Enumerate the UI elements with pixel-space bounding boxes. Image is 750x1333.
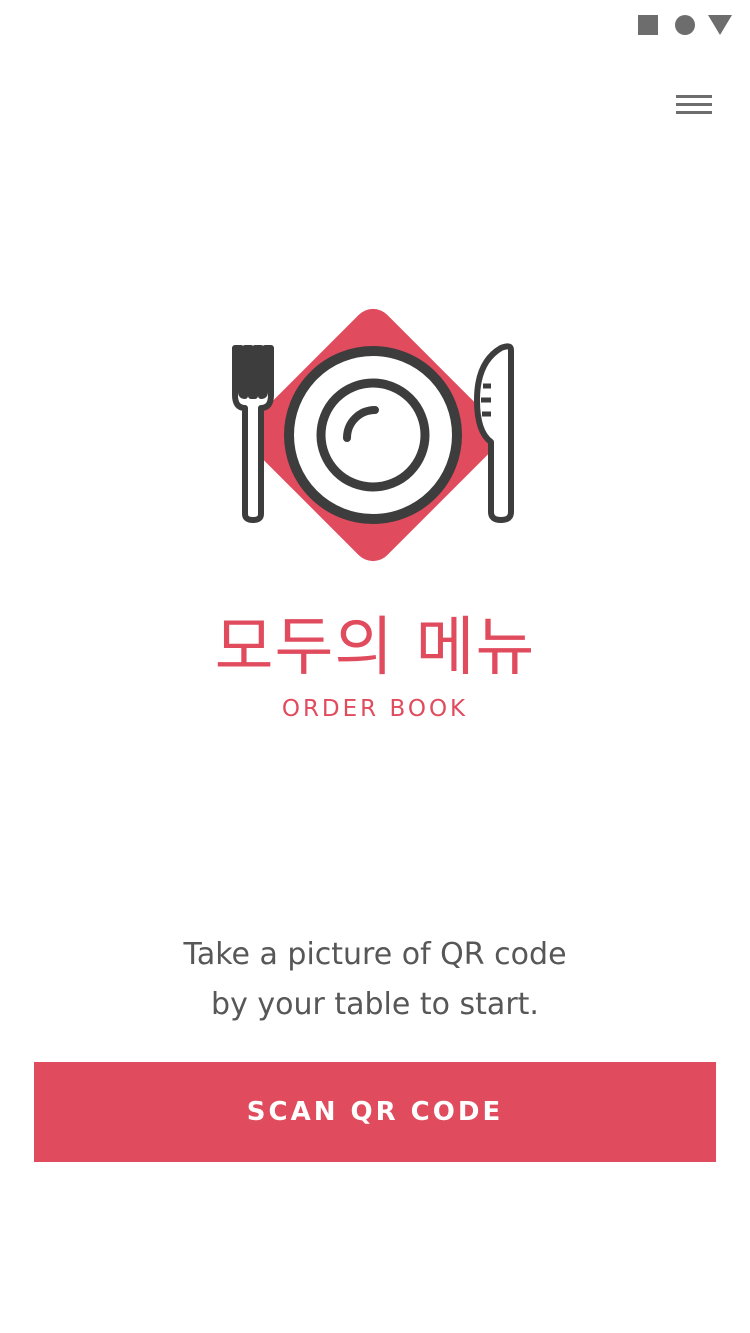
- instruction-line-2: by your table to start.: [211, 987, 539, 1022]
- status-bar: [636, 14, 736, 36]
- brand-title-korean: 모두의 메뉴: [214, 611, 536, 685]
- square-icon: [638, 15, 658, 35]
- plate-fork-knife-icon: [232, 308, 514, 562]
- scan-qr-code-button[interactable]: SCAN QR CODE: [34, 1062, 716, 1162]
- triangle-icon: [708, 15, 732, 35]
- instruction-text: Take a picture of QR code by your table …: [0, 930, 750, 1030]
- hamburger-menu-icon: [676, 95, 712, 114]
- circle-icon: [675, 15, 695, 35]
- app-logo: [225, 300, 525, 570]
- instruction-line-1: Take a picture of QR code: [183, 937, 567, 972]
- brand-title-english: ORDER BOOK: [281, 696, 469, 722]
- hamburger-menu-button[interactable]: [672, 88, 716, 128]
